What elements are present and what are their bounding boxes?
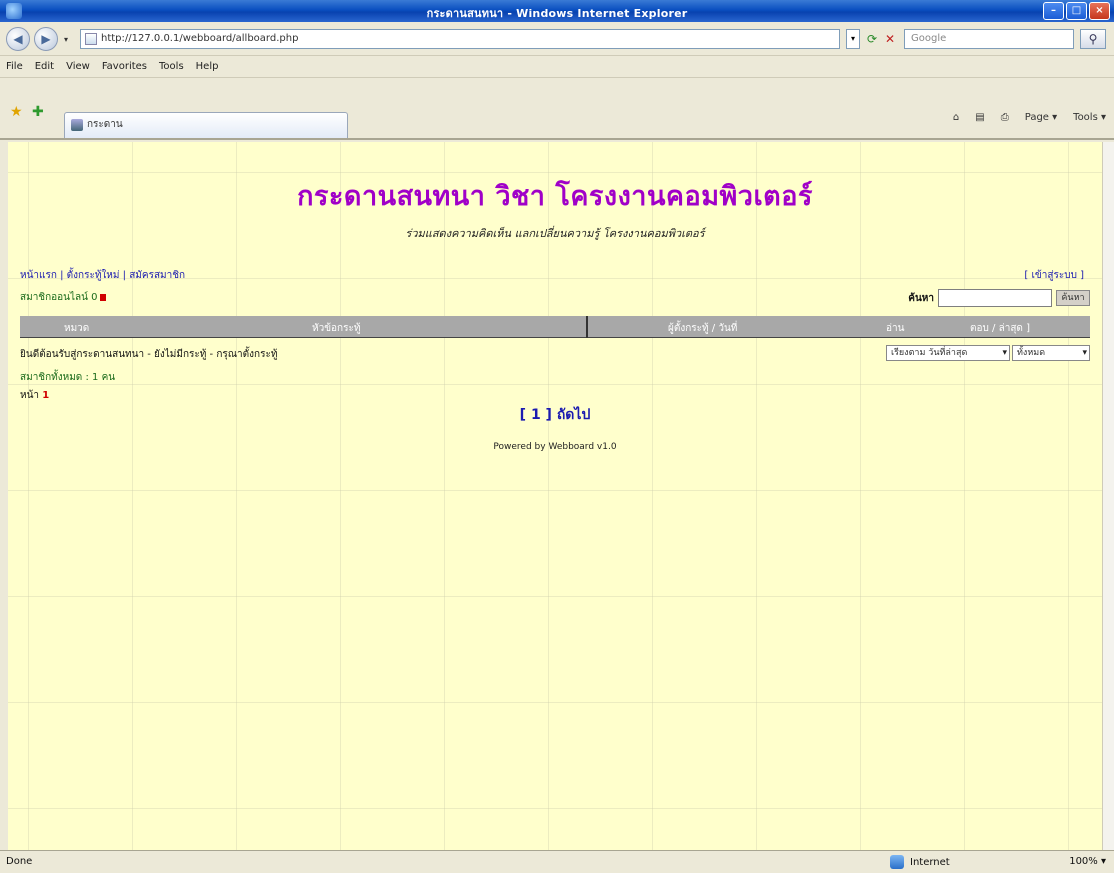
board-search-input[interactable] [938,289,1052,307]
url-text: http://127.0.0.1/webboard/allboard.php [101,33,299,44]
url-input[interactable]: http://127.0.0.1/webboard/allboard.php [80,29,840,49]
pagination[interactable]: [ 1 ] ถัดไป [8,404,1102,426]
zoom-control[interactable]: 100% ▾ [1069,856,1106,867]
sort-controls: เรียงตาม วันที่ล่าสุด ทั้งหมด [886,345,1090,361]
back-arrow-icon: ◀ [13,32,23,46]
window-title: กระดานสนทนา - Windows Internet Explorer [426,7,688,20]
member-info-text: สมาชิกออนไลน์ 0 [20,292,98,303]
footer-note: Powered by Webboard v1.0 [493,442,617,452]
filter-select[interactable]: ทั้งหมด [1012,345,1090,361]
security-zone: Internet [890,855,950,869]
stop-icon[interactable]: ✕ [882,31,898,47]
col-reads: อ่าน [886,323,905,334]
menu-bar: File Edit View Favorites Tools Help [0,56,1114,78]
globe-icon [890,855,904,869]
board-search: ค้นหา ค้นหา [908,288,1090,308]
close-button[interactable]: × [1089,2,1110,20]
status-text: Done [6,856,33,867]
col-topic: หมวด [64,323,90,334]
menu-edit[interactable]: Edit [35,61,54,72]
menu-tools[interactable]: Tools [159,61,184,72]
board-search-button[interactable]: ค้นหา [1056,290,1090,306]
history-dropdown-icon[interactable]: ▾ [64,35,68,44]
page-content: กระดานสนทนา วิชา โครงงานคอมพิวเตอร์ ร่วม… [8,142,1102,850]
menu-help[interactable]: Help [196,61,219,72]
vertical-scrollbar[interactable] [1102,142,1114,850]
menu-file[interactable]: File [6,61,23,72]
tab-bar: ★ ✚ กระดาน ⌂ ▤ ⎙ Page ▾ Tools ▾ [0,78,1114,140]
notice-row: ยินดีต้อนรับสู่กระดานสนทนา - ยังไม่มีกระ… [20,349,278,360]
back-button[interactable]: ◀ [6,27,30,51]
page-icon [85,33,97,45]
page-indicator: หน้า 1 [20,388,49,403]
tools-menu-button[interactable]: Tools ▾ [1073,112,1106,123]
page-indicator-prefix: หน้า [20,390,40,401]
feeds-icon[interactable]: ▤ [975,112,984,123]
page-subtitle: ร่วมแสดงความคิดเห็น แลกเปลี่ยนความรู้ โค… [405,227,705,240]
current-page-number: 1 [42,390,50,401]
search-input[interactable]: Google [904,29,1074,49]
refresh-icon[interactable]: ⟳ [864,31,880,47]
menu-favorites[interactable]: Favorites [102,61,147,72]
title-bar: กระดานสนทนา - Windows Internet Explorer … [0,0,1114,22]
menu-view[interactable]: View [66,61,90,72]
member-count: สมาชิกทั้งหมด : 1 คน [20,372,116,383]
tab-page-icon [71,119,83,131]
command-bar: ⌂ ▤ ⎙ Page ▾ Tools ▾ [953,112,1106,123]
maximize-button[interactable]: □ [1066,2,1087,20]
login-link[interactable]: [ เข้าสู่ระบบ ] [1024,268,1084,283]
column-divider [586,316,588,338]
col-title: หัวข้อกระทู้ [312,323,361,334]
sort-select[interactable]: เรียงตาม วันที่ล่าสุด [886,345,1010,361]
tab-label: กระดาน [87,119,123,130]
print-icon[interactable]: ⎙ [1001,112,1009,123]
zone-label: Internet [910,856,950,868]
page-menu-button[interactable]: Page ▾ [1025,112,1057,123]
add-favorite-icon[interactable]: ✚ [32,104,44,120]
forward-arrow-icon: ▶ [41,32,51,46]
forward-button[interactable]: ▶ [34,27,58,51]
search-label: ค้นหา [908,292,934,304]
online-indicator-icon [99,293,106,301]
search-icon[interactable]: ⚲ [1080,29,1106,49]
minimize-button[interactable]: – [1043,2,1064,20]
status-bar: Done Internet 100% ▾ [0,850,1114,873]
favorites-star-icon[interactable]: ★ [10,104,23,120]
member-info: สมาชิกออนไลน์ 0 [20,290,106,305]
top-links[interactable]: หน้าแรก | ตั้งกระทู้ใหม่ | สมัครสมาชิก [20,268,185,283]
url-dropdown-icon[interactable]: ▾ [846,29,860,49]
home-icon[interactable]: ⌂ [953,112,959,123]
col-author: ผู้ตั้งกระทู้ / วันที่ [668,323,738,334]
table-header: หมวด หัวข้อกระทู้ ผู้ตั้งกระทู้ / วันที่… [20,316,1090,338]
address-bar: ◀ ▶ ▾ http://127.0.0.1/webboard/allboard… [0,22,1114,56]
window-controls: – □ × [1043,2,1110,20]
col-replies: ตอบ / ล่าสุด ] [970,323,1030,334]
page-title: กระดานสนทนา วิชา โครงงานคอมพิวเตอร์ [297,181,813,212]
tab-current[interactable]: กระดาน [64,112,348,138]
